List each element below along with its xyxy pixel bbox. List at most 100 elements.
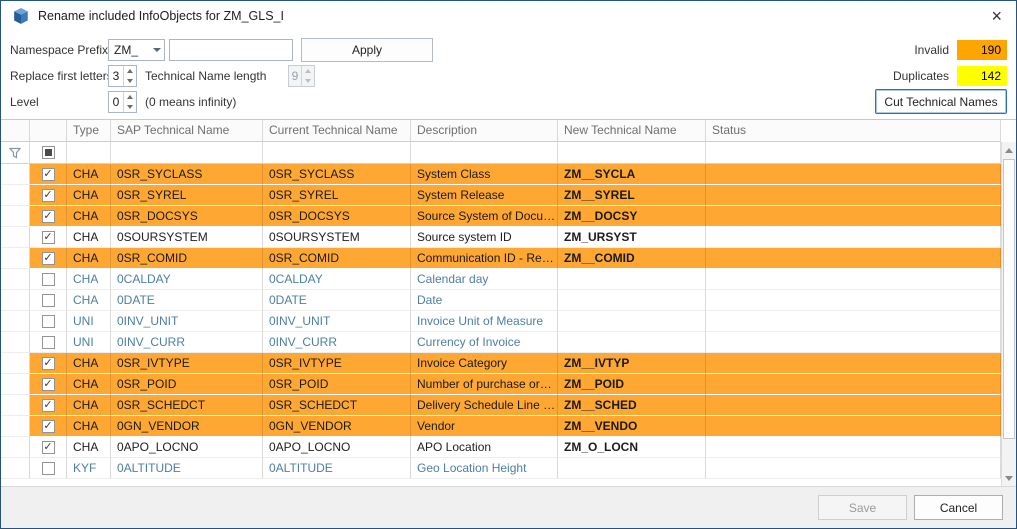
replace-first-letters-stepper[interactable]: 3 [108,65,137,87]
column-header-current-technical-name[interactable]: Current Technical Name [263,120,411,142]
namespace-prefix-label: Namespace Prefix [10,39,108,61]
row-checkbox[interactable] [42,189,55,202]
row-checkbox-cell[interactable] [30,185,67,206]
cell-desc: System Class [411,164,558,185]
row-checkbox-cell[interactable] [30,206,67,227]
row-checkbox[interactable] [42,273,55,286]
row-checkbox[interactable] [42,336,55,349]
filter-cell-type[interactable] [67,142,111,164]
row-checkbox-cell[interactable] [30,332,67,353]
row-checkbox[interactable] [42,231,55,244]
filter-cell-description[interactable] [411,142,558,164]
namespace-suffix-input[interactable] [169,39,293,61]
spin-down-icon[interactable] [124,102,136,112]
table-row[interactable]: CHA0SR_COMID0SR_COMIDCommunication ID - … [1,248,1001,269]
filter-icon-cell[interactable] [1,142,30,164]
cell-type: CHA [67,164,111,185]
table-row[interactable]: CHA0SR_SYREL0SR_SYRELSystem ReleaseZM__S… [1,185,1001,206]
table-row[interactable]: CHA0SR_SCHEDCT0SR_SCHEDCTDelivery Schedu… [1,395,1001,416]
cancel-button[interactable]: Cancel [914,495,1003,520]
spin-up-icon[interactable] [124,66,136,76]
column-header-sap-technical-name[interactable]: SAP Technical Name [111,120,263,142]
cell-current: 0INV_UNIT [263,311,411,332]
row-checkbox[interactable] [42,378,55,391]
row-checkbox[interactable] [42,399,55,412]
table-row[interactable]: CHA0SR_DOCSYS0SR_DOCSYSSource System of … [1,206,1001,227]
cell-current: 0SR_DOCSYS [263,206,411,227]
level-stepper[interactable]: 0 [108,91,137,113]
cell-current: 0SOURSYSTEM [263,227,411,248]
table-row[interactable]: CHA0GN_VENDOR0GN_VENDORVendorZM__VENDO [1,416,1001,437]
column-header-status[interactable]: Status [706,120,1001,142]
table-row[interactable]: UNI0INV_CURR0INV_CURRCurrency of Invoice [1,332,1001,353]
table-row[interactable]: CHA0SOURSYSTEM0SOURSYSTEMSource system I… [1,227,1001,248]
cell-new: ZM__SYREL [558,185,706,206]
cell-new: ZM__SCHED [558,395,706,416]
cut-technical-names-button[interactable]: Cut Technical Names [875,89,1007,114]
cell-desc: APO Location [411,437,558,458]
chevron-down-icon[interactable] [150,48,164,52]
table-row[interactable]: CHA0DATE0DATEDate [1,290,1001,311]
row-checkbox-cell[interactable] [30,458,67,479]
cell-current: 0CALDAY [263,269,411,290]
cell-new: ZM_URSYST [558,227,706,248]
row-checkbox-cell[interactable] [30,311,67,332]
spin-up-icon[interactable] [124,92,136,102]
table-row[interactable]: KYF0ALTITUDE0ALTITUDEGeo Location Height [1,458,1001,479]
scroll-up-button[interactable] [1002,142,1016,158]
scrollbar-thumb[interactable] [1003,159,1015,439]
table-row[interactable]: CHA0SR_IVTYPE0SR_IVTYPEInvoice CategoryZ… [1,353,1001,374]
cell-new: ZM__VENDO [558,416,706,437]
row-checkbox-cell[interactable] [30,269,67,290]
cell-desc: Source System of Document [411,206,558,227]
row-checkbox-cell[interactable] [30,227,67,248]
row-checkbox[interactable] [42,210,55,223]
filter-cell-current-technical-name[interactable] [263,142,411,164]
row-checkbox-cell[interactable] [30,290,67,311]
apply-button[interactable]: Apply [301,38,433,62]
filter-cell-new-technical-name[interactable] [558,142,706,164]
select-all-checkbox[interactable] [42,146,55,159]
row-checkbox[interactable] [42,420,55,433]
table-row[interactable]: CHA0CALDAY0CALDAYCalendar day [1,269,1001,290]
table-row[interactable]: CHA0SR_SYCLASS0SR_SYCLASSSystem ClassZM_… [1,164,1001,185]
column-header-description[interactable]: Description [411,120,558,142]
save-button[interactable]: Save [818,495,907,520]
spin-down-icon[interactable] [124,76,136,86]
cell-status [706,248,1001,269]
footer-bar: Save Cancel [1,486,1016,528]
close-icon[interactable]: × [988,7,1005,25]
namespace-prefix-value: ZM_ [109,40,150,60]
row-checkbox-cell[interactable] [30,164,67,185]
cell-status [706,185,1001,206]
scroll-down-button[interactable] [1002,470,1016,486]
row-checkbox[interactable] [42,357,55,370]
row-checkbox-cell[interactable] [30,395,67,416]
select-all-cell[interactable] [30,142,67,164]
namespace-prefix-combo[interactable]: ZM_ [108,39,165,61]
row-checkbox[interactable] [42,315,55,328]
filter-cell-status[interactable] [706,142,1001,164]
filter-cell-sap-technical-name[interactable] [111,142,263,164]
header-checkbox-cell[interactable] [30,120,67,142]
vertical-scrollbar[interactable] [1001,142,1016,486]
row-checkbox-cell[interactable] [30,374,67,395]
invalid-label: Invalid [914,39,949,61]
column-header-new-technical-name[interactable]: New Technical Name [558,120,706,142]
row-checkbox-cell[interactable] [30,437,67,458]
table-row[interactable]: CHA0SR_POID0SR_POIDNumber of purchase or… [1,374,1001,395]
column-header-type[interactable]: Type [67,120,111,142]
table-row[interactable]: UNI0INV_UNIT0INV_UNITInvoice Unit of Mea… [1,311,1001,332]
row-checkbox-cell[interactable] [30,248,67,269]
level-hint: (0 means infinity) [145,91,236,113]
row-checkbox[interactable] [42,294,55,307]
row-checkbox[interactable] [42,462,55,475]
triangle-down-icon [1005,476,1013,481]
row-checkbox-cell[interactable] [30,416,67,437]
table-row[interactable]: CHA0APO_LOCNO0APO_LOCNOAPO LocationZM_O_… [1,437,1001,458]
row-checkbox[interactable] [42,252,55,265]
row-checkbox-cell[interactable] [30,353,67,374]
row-checkbox[interactable] [42,441,55,454]
replace-first-letters-value: 3 [109,66,123,86]
row-checkbox[interactable] [42,168,55,181]
